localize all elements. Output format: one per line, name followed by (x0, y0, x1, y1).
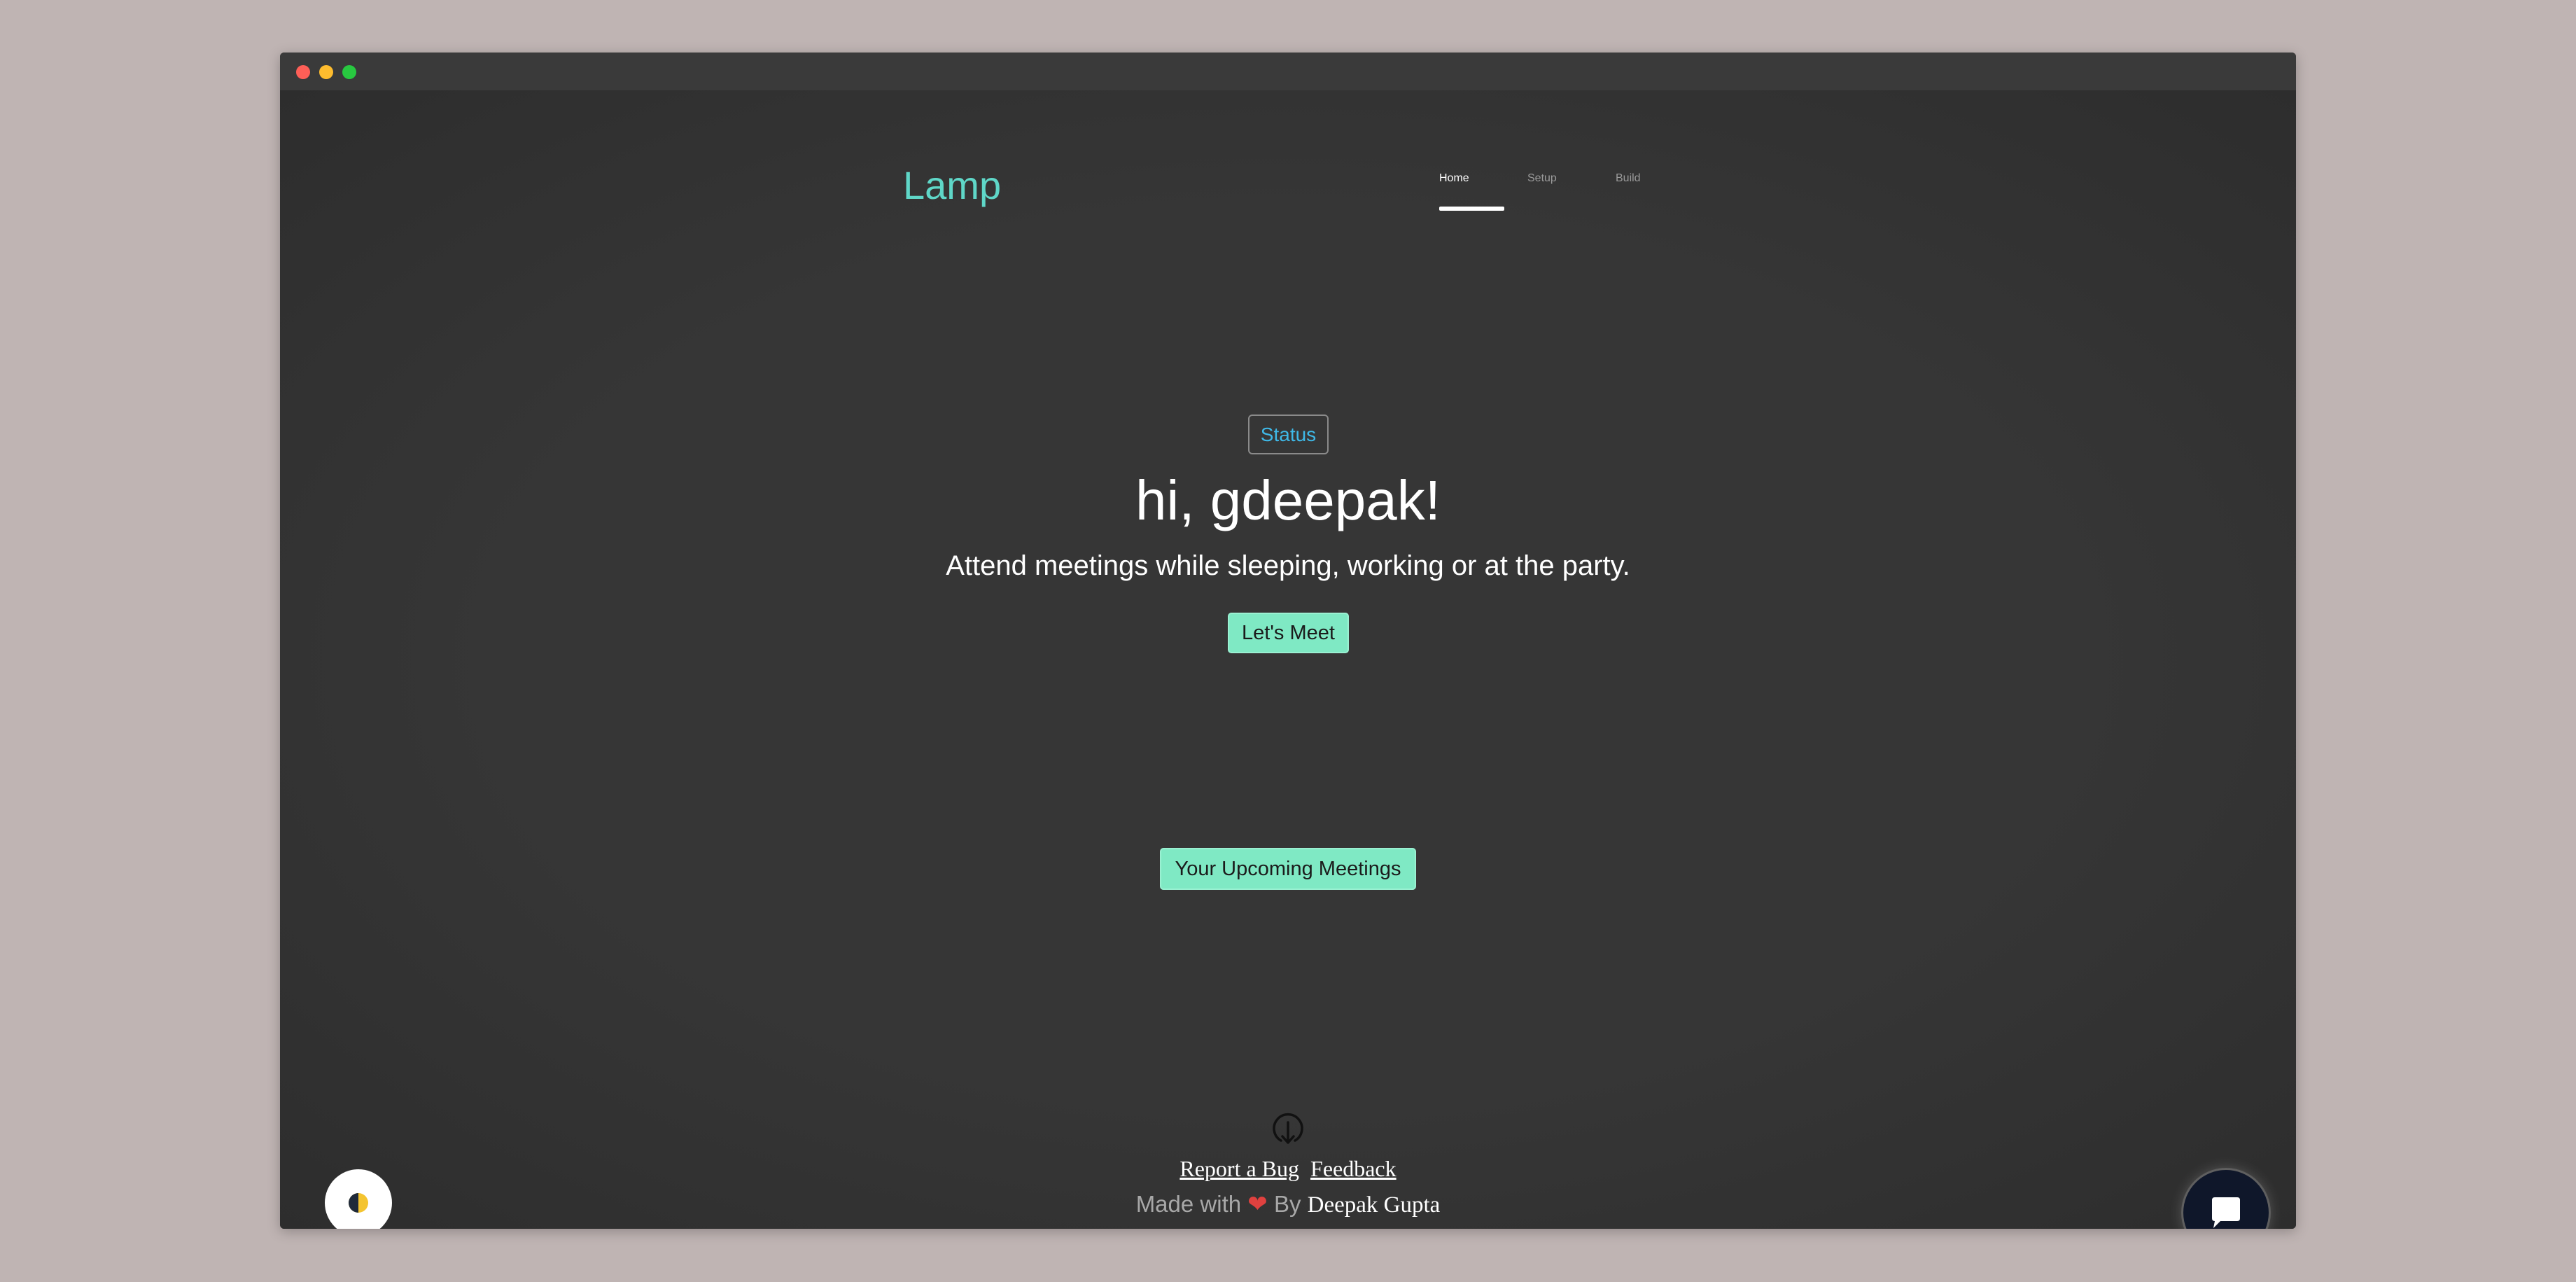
credits-line: Made with ❤ By Deepak Gupta (280, 1190, 2296, 1218)
report-bug-link[interactable]: Report a Bug (1180, 1156, 1299, 1181)
nav-build[interactable]: Build (1616, 172, 1641, 185)
nav-active-indicator (1439, 207, 1504, 211)
nav-setup[interactable]: Setup (1527, 172, 1557, 185)
window-titlebar (280, 53, 2296, 90)
chat-bubble-icon (2212, 1197, 2240, 1228)
minimize-window-button[interactable] (319, 65, 333, 79)
footer-links: Report a Bug Feedback (280, 1156, 2296, 1182)
close-window-button[interactable] (296, 65, 310, 79)
author-name: Deepak Gupta (1307, 1192, 1441, 1218)
made-with-text: Made with (1135, 1191, 1242, 1217)
lets-meet-button[interactable]: Let's Meet (1228, 613, 1349, 653)
theme-toggle-button[interactable] (325, 1169, 392, 1229)
by-text: By (1273, 1191, 1301, 1217)
download-icon[interactable] (1270, 1110, 1306, 1146)
brand-logo[interactable]: Lamp (903, 166, 1001, 205)
maximize-window-button[interactable] (342, 65, 356, 79)
upcoming-meetings-button[interactable]: Your Upcoming Meetings (1160, 848, 1416, 890)
greeting-heading: hi, gdeepak! (1135, 469, 1441, 531)
half-circle-icon (349, 1193, 368, 1213)
nav-home[interactable]: Home (1439, 172, 1469, 185)
browser-window: Lamp Home Setup Build Status hi, gdeepak… (280, 53, 2296, 1229)
feedback-link[interactable]: Feedback (1310, 1156, 1396, 1181)
heart-icon: ❤ (1247, 1191, 1268, 1218)
page-content: Lamp Home Setup Build Status hi, gdeepak… (280, 90, 2296, 1229)
status-button[interactable]: Status (1248, 414, 1329, 454)
tagline: Attend meetings while sleeping, working … (946, 550, 1630, 581)
